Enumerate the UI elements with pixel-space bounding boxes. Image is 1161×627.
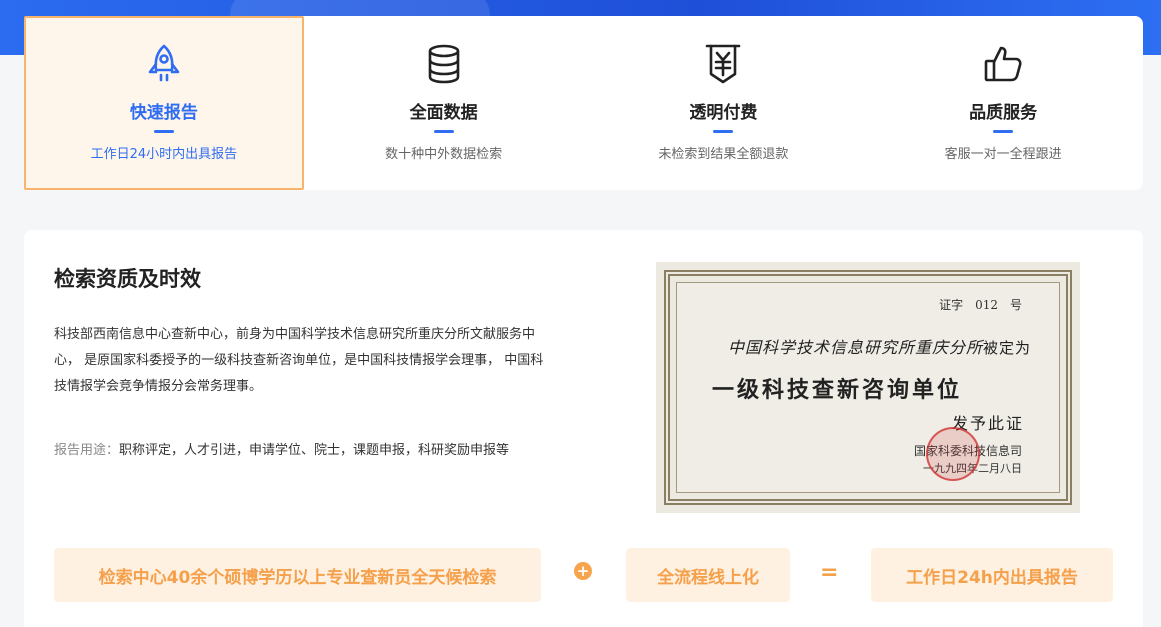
feature-fast-report[interactable]: 快速报告 工作日24小时内出具报告 [24,16,304,190]
feature-title: 透明付费 [689,103,758,123]
thumbs-up-icon [984,46,1022,82]
rocket-icon [148,44,180,82]
feature-desc: 客服一对一全程跟进 [944,147,1062,162]
feature-underline [993,130,1014,133]
certificate-image: 证字 012 号 中国科学技术信息研究所重庆分所被定为 一级科技查新咨询单位 发… [656,262,1080,513]
plus-icon: + [574,562,592,580]
red-seal [926,427,980,481]
formula-result: 工作日24h内出具报告 [871,548,1113,602]
section-title: 检索资质及时效 [54,263,201,295]
feature-strip: 快速报告 工作日24小时内出具报告 全面数据 数十种中外数据检索 透明付费 未检… [24,16,1143,190]
certificate-title: 一级科技查新咨询单位 [712,377,963,403]
yuan-document-icon [706,44,741,84]
feature-underline [153,130,174,133]
feature-desc: 未检索到结果全额退款 [658,147,789,162]
feature-full-data[interactable]: 全面数据 数十种中外数据检索 [304,16,584,190]
feature-title: 快速报告 [129,103,198,123]
feature-underline [713,130,734,133]
qualification-card: 检索资质及时效 科技部西南信息中心查新中心，前身为中国科学技术信息研究所重庆分所… [24,230,1143,627]
report-usage: 报告用途：职称评定，人才引进，申请学位、院士，课题申报，科研奖励申报等 [54,439,509,458]
service-formula: 检索中心40余个硕博学历以上专业查新员全天候检索 + 全流程线上化 = 工作日2… [24,548,1143,602]
database-icon [428,44,459,84]
formula-item-staff: 检索中心40余个硕博学历以上专业查新员全天候检索 [54,548,541,602]
formula-item-online: 全流程线上化 [626,548,790,602]
feature-transparent-fee[interactable]: 透明付费 未检索到结果全额退款 [584,16,864,190]
feature-title: 品质服务 [969,103,1038,123]
usage-text: 职称评定，人才引进，申请学位、院士，课题申报，科研奖励申报等 [119,443,510,458]
feature-desc: 数十种中外数据检索 [385,147,503,162]
usage-label: 报告用途： [54,443,120,458]
certificate-recipient-suffix: 被定为 [983,339,1032,357]
certificate-number: 证字 012 号 [939,298,1022,312]
certificate-recipient: 中国科学技术信息研究所重庆分所被定为 [728,334,1031,358]
feature-desc: 工作日24小时内出具报告 [90,147,238,162]
feature-title: 全面数据 [409,103,478,123]
section-description: 科技部西南信息中心查新中心，前身为中国科学技术信息研究所重庆分所文献服务中心， … [54,327,544,394]
feature-quality-service[interactable]: 品质服务 客服一对一全程跟进 [863,16,1143,190]
certificate-recipient-name: 中国科学技术信息研究所重庆分所 [728,338,984,357]
equals-sign: = [820,560,839,585]
feature-underline [433,130,454,133]
